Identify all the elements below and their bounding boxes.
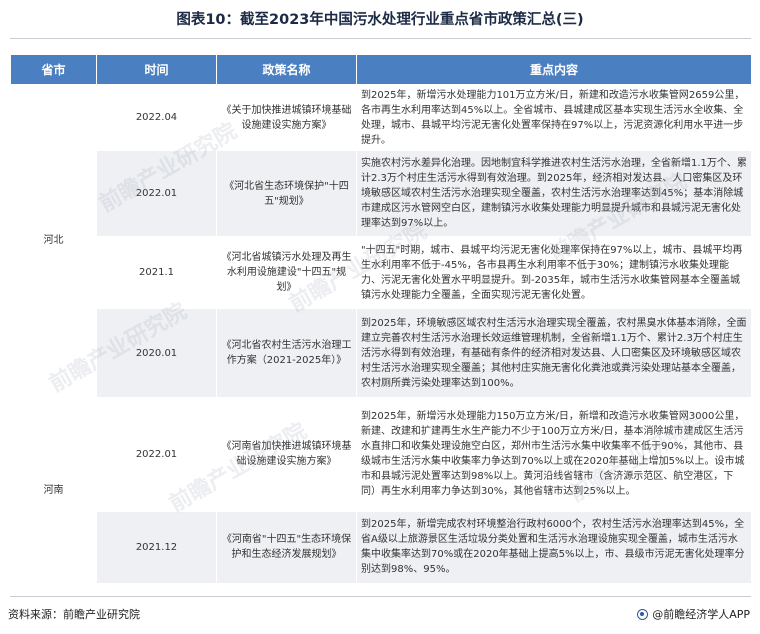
policy-name-cell: 《河北省城镇污水处理及再生水利用设施建设"十四五"规划》 — [216, 236, 357, 310]
content-cell: "十四五"时期，城市、县城平均污泥无害化处理率保持在97%以上，城市、县城平均再… — [356, 236, 752, 310]
time-cell: 2022.01 — [96, 396, 217, 512]
footer-divider — [10, 596, 751, 597]
brand-credit: @前瞻经济学人APP — [637, 606, 750, 622]
source-note: 资料来源：前瞻产业研究院 — [8, 608, 140, 621]
table-row: 2022.01 《河北省生态环境保护"十四五"规划》 实施农村污水差异化治理。因… — [11, 150, 752, 238]
content-cell: 到2025年，新增污水处理能力150万立方米/日，新增和改造污水收集管网3000… — [356, 396, 752, 512]
time-cell: 2022.04 — [96, 83, 217, 152]
header-content: 重点内容 — [356, 54, 752, 85]
province-cell: 河北 — [10, 84, 97, 398]
table-row: 2021.12 《河南省"十四五"生态环境保护和生态经济发展规划》 到2025年… — [11, 510, 752, 585]
policy-name-cell: 《河北省生态环境保护"十四五"规划》 — [216, 150, 357, 238]
table-row: 河南 2022.01 《河南省加快推进城镇环境基础设施建设实施方案》 到2025… — [10, 396, 752, 585]
policy-table: 省市 时间 政策名称 重点内容 河北 2022.04 《关于加快推进城镇环境基础… — [10, 54, 752, 585]
policy-name-cell: 《河北省农村生活污水治理工作方案（2021-2025年）》 — [216, 308, 357, 398]
time-cell: 2021.1 — [96, 236, 217, 310]
policy-name-cell: 《关于加快推进城镇环境基础设施建设实施方案》 — [216, 83, 357, 152]
policy-name-cell: 《河南省加快推进城镇环境基础设施建设实施方案》 — [216, 396, 357, 512]
brand-label: @前瞻经济学人APP — [652, 608, 750, 621]
time-cell: 2021.12 — [96, 510, 217, 585]
qianzhan-logo-icon — [637, 608, 649, 620]
content-cell: 到2025年，环境敏感区域农村生活污水治理实现全覆盖，农村黑臭水体基本消除，全面… — [356, 308, 752, 398]
header-province: 省市 — [10, 54, 97, 85]
policy-name-cell: 《河南省"十四五"生态环境保护和生态经济发展规划》 — [216, 510, 357, 585]
header-time: 时间 — [96, 54, 217, 85]
content-cell: 实施农村污水差异化治理。因地制宜科学推进农村生活污水治理，全省新增1.1万个、累… — [356, 150, 752, 238]
page-title: 图表10：截至2023年中国污水处理行业重点省市政策汇总(三) — [176, 12, 584, 28]
title-divider — [10, 38, 751, 39]
content-cell: 到2025年，新增完成农村环境整治行政村6000个，农村生活污水治理率达到45%… — [356, 510, 752, 585]
table-row: 2020.01 《河北省农村生活污水治理工作方案（2021-2025年）》 到2… — [11, 308, 752, 398]
content-cell: 到2025年，新增污水处理能力101万立方米/日，新建和改造污水收集管网2659… — [356, 83, 752, 152]
header-policy: 政策名称 — [216, 54, 357, 85]
table-row: 河北 2022.04 《关于加快推进城镇环境基础设施建设实施方案》 到2025年… — [10, 83, 752, 398]
province-cell: 河南 — [10, 396, 97, 585]
table-header-row: 省市 时间 政策名称 重点内容 — [10, 54, 752, 85]
time-cell: 2022.01 — [96, 150, 217, 238]
time-cell: 2020.01 — [96, 308, 217, 398]
table-row: 2021.1 《河北省城镇污水处理及再生水利用设施建设"十四五"规划》 "十四五… — [11, 236, 752, 310]
